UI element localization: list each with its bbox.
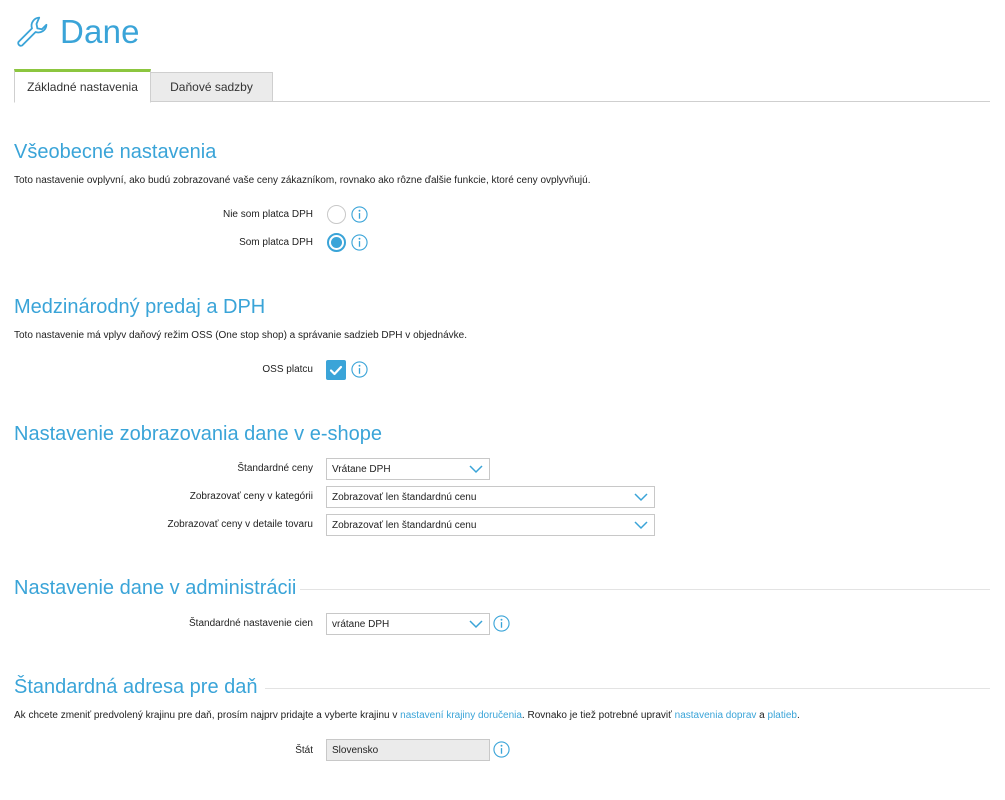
tab-bar: Základné nastavenia Daňové sadzby [14,69,990,103]
section-title-general: Všeobecné nastavenia [14,141,217,163]
tab-tax-rates[interactable]: Daňové sadzby [151,72,273,102]
country-field: Slovensko [326,739,490,761]
payments-link[interactable]: platieb [768,710,797,721]
address-desc-text: . [796,710,800,721]
info-icon[interactable] [351,234,368,251]
general-description: Toto nastavenie ovplyvní, ako budú zobra… [14,175,591,186]
address-desc-text: a [756,710,768,721]
chevron-down-icon [469,465,483,474]
address-description: Ak chcete zmeniť predvolený krajinu pre … [14,710,800,721]
info-icon[interactable] [493,615,510,632]
check-icon [329,365,343,376]
standard-prices-label: Štandardné ceny [237,463,313,474]
country-label: Štát [295,745,313,756]
detail-prices-label: Zobrazovať ceny v detaile tovaru [167,519,314,530]
section-title-display: Nastavenie zobrazovania dane v e-shope [14,423,383,445]
info-icon[interactable] [351,361,368,378]
radio-vat-payer[interactable] [327,233,346,252]
tab-basic-settings[interactable]: Základné nastavenia [14,69,151,103]
chevron-down-icon [469,620,483,629]
info-icon[interactable] [351,206,368,223]
section-title-international: Medzinárodný predaj a DPH [14,296,266,318]
wrench-icon [17,16,48,47]
section-divider [300,589,990,590]
international-description: Toto nastavenie má vplyv daňový režim OS… [14,330,468,341]
standard-prices-value: Vrátane DPH [332,463,391,475]
section-title-admin: Nastavenie dane v administrácii [14,577,297,599]
admin-prices-label: Štandardné nastavenie cien [189,618,313,629]
admin-prices-value: vrátane DPH [332,618,390,630]
detail-prices-select[interactable]: Zobrazovať len štandardnú cenu [326,514,655,536]
category-prices-select[interactable]: Zobrazovať len štandardnú cenu [326,486,655,508]
country-value: Slovensko [332,744,379,756]
chevron-down-icon [634,493,648,502]
oss-label: OSS platcu [262,364,313,375]
detail-prices-value: Zobrazovať len štandardnú cenu [332,519,477,531]
section-title-address: Štandardná adresa pre daň [14,676,258,698]
page-header: Dane [14,8,140,56]
address-desc-text: Ak chcete zmeniť predvolený krajinu pre … [14,710,401,721]
category-prices-value: Zobrazovať len štandardnú cenu [332,491,477,503]
option-label-non-vat-payer: Nie som platca DPH [222,209,313,220]
shipping-settings-link[interactable]: nastavenia doprav [675,710,757,721]
address-desc-text: . Rovnako je tiež potrebné upraviť [521,710,675,721]
page-title: Dane [60,13,140,50]
standard-prices-select[interactable]: Vrátane DPH [326,458,490,480]
info-icon[interactable] [493,741,510,758]
oss-checkbox[interactable] [326,360,346,380]
section-divider [265,688,990,689]
shipping-country-settings-link[interactable]: nastavení krajiny doručenia [400,710,522,721]
option-label-vat-payer: Som platca DPH [239,237,313,248]
admin-prices-select[interactable]: vrátane DPH [326,613,490,635]
chevron-down-icon [634,521,648,530]
category-prices-label: Zobrazovať ceny v kategórii [189,491,313,502]
radio-non-vat-payer[interactable] [327,205,346,224]
